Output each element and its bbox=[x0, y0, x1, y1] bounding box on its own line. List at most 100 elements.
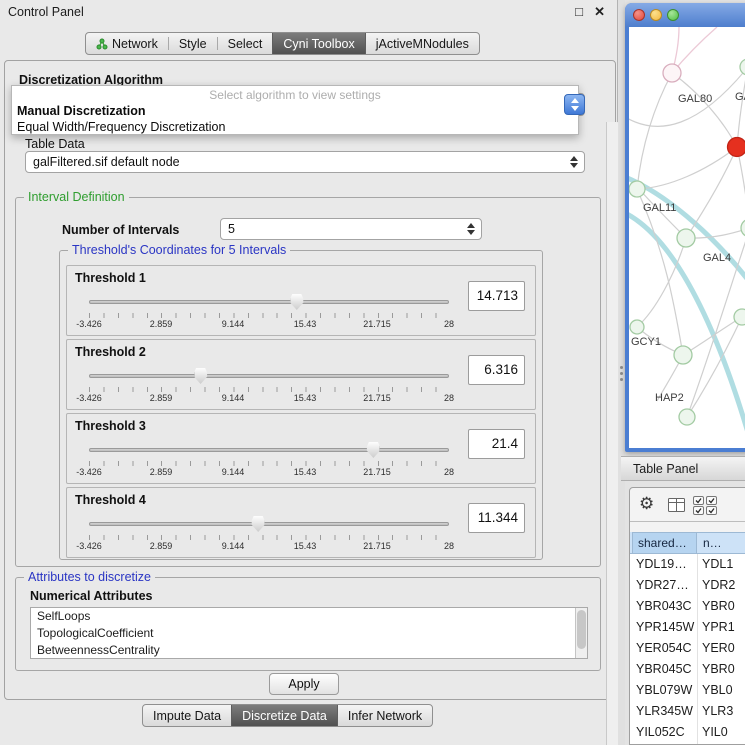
threshold-3-label: Threshold 3 bbox=[75, 419, 146, 433]
list-item[interactable]: SelfLoops bbox=[31, 608, 587, 625]
tab-network[interactable]: Network bbox=[86, 33, 168, 54]
column-header-shared-name[interactable]: shared… bbox=[632, 532, 697, 554]
network-node[interactable] bbox=[677, 229, 695, 247]
slider-tick-labels: -3.426 2.859 9.144 15.43 21.715 28 bbox=[89, 319, 449, 330]
zoom-traffic-light-icon[interactable] bbox=[667, 9, 679, 21]
threshold-3-slider[interactable] bbox=[89, 441, 449, 459]
thresholds-group: Threshold's Coordinates for 5 Intervals … bbox=[59, 250, 543, 560]
number-of-intervals-dropdown[interactable]: 5 bbox=[220, 218, 482, 240]
slider-ticks bbox=[89, 387, 450, 392]
network-canvas[interactable]: GAL80 GAL1 GAL11 GAL4 GCY1 HAP2 bbox=[629, 27, 745, 448]
table-row[interactable]: YIL052CYIL0 bbox=[630, 722, 745, 743]
close-traffic-light-icon[interactable] bbox=[633, 9, 645, 21]
interval-definition-group: Interval Definition Number of Intervals … bbox=[15, 197, 601, 567]
network-node[interactable] bbox=[629, 181, 645, 197]
slider-track[interactable] bbox=[89, 522, 449, 526]
tick-label: 28 bbox=[444, 467, 454, 477]
list-scrollbar-thumb[interactable] bbox=[577, 610, 586, 649]
gear-icon[interactable]: ⚙ bbox=[639, 494, 654, 514]
apply-button[interactable]: Apply bbox=[269, 673, 339, 695]
tick-label: 9.144 bbox=[222, 467, 245, 477]
table-data-label: Table Data bbox=[25, 137, 85, 151]
network-node[interactable] bbox=[679, 409, 695, 425]
network-node[interactable] bbox=[740, 59, 745, 75]
threshold-2-slider-thumb[interactable] bbox=[194, 368, 207, 384]
cell-shared-name: YER054C bbox=[636, 641, 692, 655]
tick-label: 9.144 bbox=[222, 393, 245, 403]
slider-track[interactable] bbox=[89, 374, 449, 378]
dropdown-stepper-icon[interactable] bbox=[564, 94, 585, 115]
threshold-1-slider-thumb[interactable] bbox=[290, 294, 303, 310]
tick-label: 21.715 bbox=[363, 541, 391, 551]
threshold-3-panel: Threshold 3 -3.426 2.859 9.144 15.43 21.… bbox=[66, 413, 536, 484]
attributes-group-title: Attributes to discretize bbox=[24, 570, 155, 584]
tab-infer-network[interactable]: Infer Network bbox=[338, 705, 432, 726]
thresholds-group-title: Threshold's Coordinates for 5 Intervals bbox=[68, 243, 290, 257]
network-node[interactable] bbox=[741, 219, 745, 237]
table-row[interactable]: YER054CYER0 bbox=[630, 638, 745, 659]
slider-track[interactable] bbox=[89, 448, 449, 452]
network-graph: GAL80 GAL1 GAL11 GAL4 GCY1 HAP2 bbox=[629, 27, 745, 448]
dropdown-option-manual-discretization[interactable]: Manual Discretization bbox=[17, 104, 146, 118]
tick-label: 9.144 bbox=[222, 541, 245, 551]
threshold-1-value-field[interactable]: 14.713 bbox=[468, 281, 525, 311]
tab-impute-data[interactable]: Impute Data bbox=[143, 705, 231, 726]
table-row[interactable]: YBL079WYBL0 bbox=[630, 680, 745, 701]
dropdown-option-equal-width-frequency[interactable]: Equal Width/Frequency Discretization bbox=[17, 120, 225, 134]
table-row[interactable]: YDL19…YDL1 bbox=[630, 554, 745, 575]
table-panel-title: Table Panel bbox=[633, 462, 698, 476]
tab-network-label: Network bbox=[112, 37, 158, 51]
panel-splitter[interactable] bbox=[618, 0, 625, 745]
table-row[interactable]: YPR145WYPR1 bbox=[630, 617, 745, 638]
table-body: YDL19…YDL1 YDR27…YDR2 YBR043CYBR0 YPR145… bbox=[630, 554, 745, 744]
dropdown-placeholder: Select algorithm to view settings bbox=[12, 88, 578, 102]
minimize-traffic-light-icon[interactable] bbox=[650, 9, 662, 21]
network-node[interactable] bbox=[630, 320, 644, 334]
numerical-attributes-list[interactable]: SelfLoops TopologicalCoefficient Between… bbox=[30, 607, 588, 659]
dropdown-arrows-icon bbox=[570, 156, 579, 168]
threshold-3-value-field[interactable]: 21.4 bbox=[468, 429, 525, 459]
tick-label: 28 bbox=[444, 319, 454, 329]
screen: Control Panel □ ✕ Network Style Select C… bbox=[0, 0, 745, 745]
columns-icon[interactable] bbox=[668, 498, 686, 513]
threshold-4-slider-thumb[interactable] bbox=[252, 516, 265, 532]
table-panel-titlebar: Table Panel bbox=[621, 456, 745, 481]
close-icon[interactable]: ✕ bbox=[594, 4, 605, 20]
table-data-dropdown[interactable]: galFiltered.sif default node bbox=[25, 151, 585, 173]
network-node[interactable] bbox=[663, 64, 681, 82]
list-item[interactable]: BetweennessCentrality bbox=[31, 642, 587, 659]
table-row[interactable]: YBR045CYBR0 bbox=[630, 659, 745, 680]
select-columns-icon[interactable] bbox=[693, 496, 719, 516]
tab-cyni-toolbox[interactable]: Cyni Toolbox bbox=[272, 33, 365, 54]
bottom-tab-bar: Impute Data Discretize Data Infer Networ… bbox=[142, 704, 433, 727]
tick-label: 15.43 bbox=[294, 541, 317, 551]
threshold-4-slider[interactable] bbox=[89, 515, 449, 533]
table-row[interactable]: YLR345WYLR3 bbox=[630, 701, 745, 722]
table-row[interactable]: YDR27…YDR2 bbox=[630, 575, 745, 596]
list-scrollbar[interactable] bbox=[575, 608, 587, 658]
tick-label: 2.859 bbox=[150, 467, 173, 477]
network-node[interactable] bbox=[734, 309, 745, 325]
threshold-2-value-field[interactable]: 6.316 bbox=[468, 355, 525, 385]
network-node[interactable] bbox=[674, 346, 692, 364]
tick-label: -3.426 bbox=[76, 393, 102, 403]
network-node-selected[interactable] bbox=[728, 138, 745, 157]
tab-discretize-data[interactable]: Discretize Data bbox=[231, 705, 338, 726]
threshold-1-slider[interactable] bbox=[89, 293, 449, 311]
threshold-4-value-field[interactable]: 11.344 bbox=[468, 503, 525, 533]
tab-select[interactable]: Select bbox=[218, 33, 273, 54]
float-window-icon[interactable]: □ bbox=[575, 4, 583, 19]
tab-jactivemodules[interactable]: jActiveMNodules bbox=[366, 33, 479, 54]
cell-shared-name: YDL19… bbox=[636, 557, 687, 571]
tab-discretize-data-label: Discretize Data bbox=[242, 709, 327, 723]
network-window-titlebar[interactable] bbox=[625, 3, 745, 27]
table-row[interactable]: YBR043CYBR0 bbox=[630, 596, 745, 617]
tab-style[interactable]: Style bbox=[169, 33, 217, 54]
threshold-1-label: Threshold 1 bbox=[75, 271, 146, 285]
column-header-name[interactable]: n… bbox=[697, 532, 745, 554]
network-view-window: GAL80 GAL1 GAL11 GAL4 GCY1 HAP2 bbox=[625, 3, 745, 452]
threshold-3-slider-thumb[interactable] bbox=[367, 442, 380, 458]
list-item[interactable]: TopologicalCoefficient bbox=[31, 625, 587, 642]
slider-track[interactable] bbox=[89, 300, 449, 304]
threshold-2-slider[interactable] bbox=[89, 367, 449, 385]
